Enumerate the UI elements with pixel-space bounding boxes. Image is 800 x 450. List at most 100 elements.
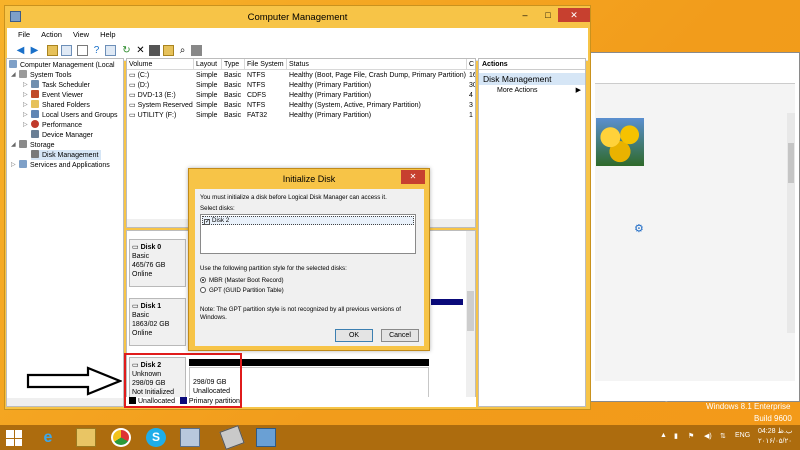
expand-arrow-icon[interactable]: ▷ bbox=[23, 91, 28, 98]
dialog-title[interactable]: Initialize Disk bbox=[189, 169, 429, 189]
mbr-option[interactable]: MBR (Master Boot Record) bbox=[200, 277, 284, 284]
column-header-status[interactable]: Status bbox=[287, 59, 467, 70]
volume-row-cell[interactable]: NTFS bbox=[245, 71, 287, 81]
volume-row-cell[interactable]: Simple bbox=[194, 91, 222, 101]
volume-row-cell[interactable]: NTFS bbox=[245, 101, 287, 111]
menu-action[interactable]: Action bbox=[41, 28, 62, 41]
tree-item-task-scheduler[interactable]: Task Scheduler bbox=[31, 80, 90, 90]
background-window-bar[interactable] bbox=[591, 53, 799, 83]
tree-item-shared-folders[interactable]: Shared Folders bbox=[31, 100, 90, 110]
expand-arrow-icon[interactable]: ▷ bbox=[23, 121, 28, 128]
tree-item-root[interactable]: Computer Management (Local bbox=[9, 60, 115, 70]
tree-item-event-viewer[interactable]: Event Viewer bbox=[31, 90, 83, 100]
search-icon[interactable]: ⌕ bbox=[177, 45, 188, 56]
expand-arrow-icon[interactable]: ▷ bbox=[23, 111, 28, 118]
tree-item-disk-management[interactable]: Disk Management bbox=[31, 150, 102, 160]
column-header-capacity[interactable]: C bbox=[467, 59, 475, 70]
more-actions[interactable]: More Actions ▶ bbox=[479, 85, 585, 97]
disk-tool-icon[interactable] bbox=[219, 425, 245, 450]
disk-list-item[interactable]: ✓ Disk 2 bbox=[202, 216, 414, 225]
maximize-button[interactable]: □ bbox=[538, 8, 558, 22]
column-header-file-system[interactable]: File System bbox=[245, 59, 287, 70]
expand-arrow-icon[interactable]: ▷ bbox=[23, 81, 28, 88]
open-icon[interactable] bbox=[163, 45, 174, 56]
volume-row-cell[interactable]: Basic bbox=[222, 111, 245, 121]
internet-explorer-icon[interactable]: e bbox=[38, 428, 58, 447]
collapse-arrow-icon[interactable]: ◢ bbox=[11, 71, 16, 78]
volume-row-cell[interactable]: 4 bbox=[467, 91, 475, 101]
volume-row-name[interactable]: ▭ (D:) bbox=[127, 81, 194, 91]
menu-file[interactable]: File bbox=[18, 28, 30, 41]
volume-row-name[interactable]: ▭ DVD-13 (E:) bbox=[127, 91, 194, 101]
delete-icon[interactable]: ✕ bbox=[135, 45, 146, 56]
show-hide-tree-icon[interactable] bbox=[61, 45, 72, 56]
help-icon[interactable]: ? bbox=[91, 45, 102, 56]
up-folder-icon[interactable] bbox=[47, 45, 58, 56]
minimize-button[interactable]: – bbox=[515, 8, 535, 22]
computer-management-taskbar-icon[interactable] bbox=[180, 428, 200, 447]
tree-horizontal-scrollbar[interactable] bbox=[7, 398, 123, 406]
collapse-arrow-icon[interactable]: ◢ bbox=[11, 141, 16, 148]
disk-2-checkbox[interactable]: ✓ bbox=[204, 219, 210, 225]
volume-row-cell[interactable]: CDFS bbox=[245, 91, 287, 101]
disk-map-vertical-scrollbar[interactable] bbox=[466, 231, 475, 406]
gear-icon[interactable]: ⚙ bbox=[634, 222, 644, 235]
menu-view[interactable]: View bbox=[73, 28, 89, 41]
clock-time[interactable]: 04:28 ب.ظ bbox=[758, 427, 792, 435]
clock-date[interactable]: ۲۰۱۶/۰۵/۲۰ bbox=[758, 437, 792, 445]
disk-1-partition-bar[interactable] bbox=[431, 299, 463, 305]
mbr-radio[interactable] bbox=[200, 277, 206, 283]
volume-row-cell[interactable]: Healthy (Primary Partition) bbox=[287, 111, 467, 121]
volume-row-cell[interactable]: Healthy (Primary Partition) bbox=[287, 91, 467, 101]
disk-icon[interactable] bbox=[191, 45, 202, 56]
background-scrollbar[interactable] bbox=[787, 113, 795, 333]
disk-1-label[interactable]: ▭ Disk 1 Basic 1863/02 GB Online bbox=[129, 298, 186, 346]
tree-item-services-apps[interactable]: Services and Applications bbox=[19, 160, 110, 170]
ok-button[interactable]: OK bbox=[335, 329, 373, 342]
file-explorer-icon[interactable] bbox=[76, 428, 96, 447]
show-hide-action-pane-icon[interactable] bbox=[105, 45, 116, 56]
tree-item-system-tools[interactable]: System Tools bbox=[19, 70, 72, 80]
expand-arrow-icon[interactable]: ▷ bbox=[23, 101, 28, 108]
volume-row-cell[interactable]: FAT32 bbox=[245, 111, 287, 121]
volume-row-cell[interactable]: 16 bbox=[467, 71, 475, 81]
volume-row-cell[interactable]: Simple bbox=[194, 81, 222, 91]
column-header-type[interactable]: Type bbox=[222, 59, 245, 70]
refresh-icon[interactable]: ↻ bbox=[121, 45, 132, 56]
volume-row-cell[interactable]: 3 bbox=[467, 101, 475, 111]
disk-0-label[interactable]: ▭ Disk 0 Basic 465/76 GB Online bbox=[129, 239, 186, 287]
column-header-volume[interactable]: Volume bbox=[127, 59, 194, 70]
actions-section-disk-management[interactable]: Disk Management bbox=[479, 73, 585, 85]
back-icon[interactable]: ◀ bbox=[15, 45, 26, 56]
volume-row-cell[interactable]: Healthy (System, Active, Primary Partiti… bbox=[287, 101, 467, 111]
cancel-button[interactable]: Cancel bbox=[381, 329, 419, 342]
connect-icon[interactable] bbox=[149, 45, 160, 56]
volume-row-cell[interactable]: Simple bbox=[194, 71, 222, 81]
background-window[interactable] bbox=[590, 52, 800, 402]
tulip-photo-thumbnail[interactable] bbox=[596, 118, 644, 166]
skype-icon[interactable]: S bbox=[146, 428, 166, 447]
column-header-layout[interactable]: Layout bbox=[194, 59, 222, 70]
volume-row-cell[interactable]: 30 bbox=[467, 81, 475, 91]
gpt-option[interactable]: GPT (GUID Partition Table) bbox=[200, 287, 284, 294]
start-button[interactable] bbox=[6, 430, 22, 446]
tree-item-performance[interactable]: Performance bbox=[31, 120, 82, 130]
chrome-icon[interactable] bbox=[111, 428, 131, 447]
menu-help[interactable]: Help bbox=[100, 28, 115, 41]
tree-item-device-manager[interactable]: Device Manager bbox=[31, 130, 93, 140]
network-icon[interactable]: ▮ bbox=[674, 432, 678, 440]
volume-row-name[interactable]: ▭ UTILITY (F:) bbox=[127, 111, 194, 121]
volume-row-cell[interactable]: Basic bbox=[222, 71, 245, 81]
properties-icon[interactable] bbox=[77, 45, 88, 56]
dialog-close-button[interactable]: ✕ bbox=[401, 170, 425, 184]
volume-row-cell[interactable]: NTFS bbox=[245, 81, 287, 91]
volume-icon[interactable]: ◀) bbox=[704, 432, 712, 440]
volume-row-cell[interactable]: Basic bbox=[222, 81, 245, 91]
expand-arrow-icon[interactable]: ▷ bbox=[11, 161, 16, 168]
background-scroll-thumb[interactable] bbox=[788, 143, 794, 183]
volume-row-cell[interactable]: Simple bbox=[194, 101, 222, 111]
close-button[interactable]: ✕ bbox=[558, 8, 590, 22]
volume-row-cell[interactable]: Basic bbox=[222, 101, 245, 111]
disk-select-list[interactable]: ✓ Disk 2 bbox=[200, 214, 416, 254]
gpt-radio[interactable] bbox=[200, 287, 206, 293]
